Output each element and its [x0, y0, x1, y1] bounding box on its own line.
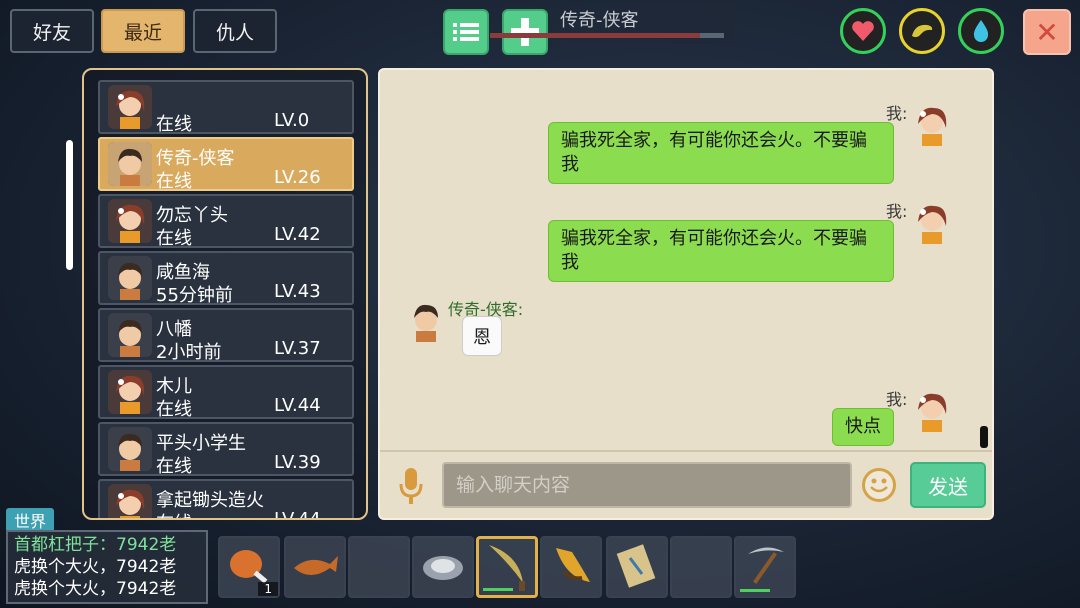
emoji-button[interactable]	[862, 468, 896, 502]
microphone-icon[interactable]	[398, 466, 424, 506]
friend-status: 在线	[156, 228, 192, 249]
fish-icon	[294, 556, 338, 575]
world-chat-line: 首都杠把子：7942老	[14, 535, 177, 555]
health-orb	[840, 8, 886, 54]
header-progress-track	[700, 33, 724, 38]
water-orb	[958, 8, 1004, 54]
world-chat-line: 虎换个大火，7942老	[14, 557, 177, 577]
message-bubble-me: 快点	[832, 408, 894, 446]
avatar-girl-icon	[108, 370, 152, 414]
plus-icon	[511, 18, 539, 46]
avatar-boy-icon	[108, 256, 152, 300]
shield-icon	[423, 556, 463, 580]
friend-row[interactable]: 平头小学生 在线 LV.39	[98, 422, 354, 477]
hotbar-slot[interactable]: 1	[218, 536, 280, 598]
sender-label-me: 我:	[886, 202, 908, 221]
friend-status: 55分钟前	[156, 285, 233, 306]
hotbar-slot[interactable]	[606, 536, 668, 598]
smiley-icon	[870, 478, 888, 493]
tab-friends[interactable]: 好友	[10, 9, 94, 53]
hotbar-slot[interactable]	[412, 536, 474, 598]
menu-list-button[interactable]	[443, 9, 489, 55]
hunger-orb	[899, 8, 945, 54]
chat-scrollbar[interactable]	[980, 426, 988, 448]
hotbar-slot[interactable]	[348, 536, 410, 598]
partner-avatar-icon	[414, 304, 438, 342]
scimitar-icon	[489, 545, 525, 591]
friend-status: 在线	[156, 456, 192, 477]
friend-status: 在线	[156, 509, 192, 518]
avatar-boy-icon	[108, 313, 152, 357]
world-channel-tag[interactable]: 世界	[6, 508, 54, 532]
close-button[interactable]: ✕	[1023, 9, 1071, 55]
sender-label-me: 我:	[886, 104, 908, 123]
friend-row[interactable]: 勿忘丫头 在线 LV.42	[98, 194, 354, 249]
avatar-girl-icon	[108, 484, 152, 518]
friend-list: 在线 LV.0 传奇-侠客 在线 LV.26 勿忘丫头 在线 LV.42 咸鱼海…	[82, 68, 368, 520]
message-bubble-me: 骗我死全家，有可能你还会火。不要骗我	[548, 122, 894, 184]
my-avatar-icon	[918, 205, 947, 244]
friend-list-scrollbar[interactable]	[66, 140, 73, 270]
friend-level: LV.44	[274, 509, 321, 520]
food-icon	[912, 24, 933, 38]
friend-level: LV.26	[274, 167, 321, 188]
list-icon	[453, 23, 479, 41]
heart-icon	[852, 21, 874, 41]
message-bubble-me: 骗我死全家，有可能你还会火。不要骗我	[548, 220, 894, 282]
avatar-boy-icon	[108, 142, 152, 186]
friend-row[interactable]: 木儿 在线 LV.44	[98, 365, 354, 420]
chat-partner-title: 传奇-侠客	[560, 10, 639, 31]
hotbar-slot[interactable]	[734, 536, 796, 598]
friend-row[interactable]: 传奇-侠客 在线 LV.26	[98, 137, 354, 192]
tab-enemies[interactable]: 仇人	[193, 9, 277, 53]
friend-status: 在线	[156, 171, 192, 192]
durability-bar	[483, 588, 513, 591]
message-bubble-partner: 恩	[462, 316, 502, 356]
friend-level: LV.43	[274, 281, 321, 302]
horn-icon	[556, 548, 590, 582]
friend-row[interactable]: 在线 LV.0	[98, 80, 354, 135]
avatar-boy-icon	[108, 427, 152, 471]
water-drop-icon	[973, 20, 989, 42]
header-progress-bar	[490, 33, 722, 38]
add-friend-button[interactable]	[502, 9, 548, 55]
chat-panel: 我: 骗我死全家，有可能你还会火。不要骗我 我: 骗我死全家，有可能你还会火。不…	[378, 68, 994, 520]
friend-status: 2小时前	[156, 342, 222, 363]
hotbar-slot-selected[interactable]	[476, 536, 538, 598]
friend-row[interactable]: 八幡 2小时前 LV.37	[98, 308, 354, 363]
tab-recent[interactable]: 最近	[101, 9, 185, 53]
pickaxe-icon	[748, 547, 784, 584]
friend-row[interactable]: 咸鱼海 55分钟前 LV.43	[98, 251, 354, 306]
friend-status: 在线	[156, 114, 192, 135]
avatar-girl-icon	[108, 199, 152, 243]
chat-divider	[380, 450, 992, 452]
friend-level: LV.0	[274, 110, 310, 131]
sender-label-me: 我:	[886, 390, 908, 409]
friend-level: LV.44	[274, 395, 321, 416]
hotbar-slot[interactable]	[670, 536, 732, 598]
my-avatar-icon	[918, 393, 947, 432]
friend-level: LV.37	[274, 338, 321, 359]
hotbar-slot[interactable]	[540, 536, 602, 598]
item-count: 1	[258, 582, 278, 596]
hotbar-slot[interactable]	[284, 536, 346, 598]
world-chat-box[interactable]: 首都杠把子：7942老 虎换个大火，7942老 虎换个大火，7942老	[6, 530, 208, 604]
chat-input[interactable]: 输入聊天内容	[442, 462, 852, 508]
map-scroll-icon	[616, 544, 656, 588]
durability-bar	[740, 589, 770, 592]
world-chat-line: 虎换个大火，7942老	[14, 579, 177, 599]
friend-level: LV.39	[274, 452, 321, 473]
friend-level: LV.42	[274, 224, 321, 245]
avatar-girl-icon	[108, 85, 152, 129]
send-button[interactable]: 发送	[910, 462, 986, 508]
my-avatar-icon	[918, 107, 947, 146]
friend-status: 在线	[156, 399, 192, 420]
friend-row[interactable]: 拿起锄头造火 在线 LV.44	[98, 479, 354, 520]
